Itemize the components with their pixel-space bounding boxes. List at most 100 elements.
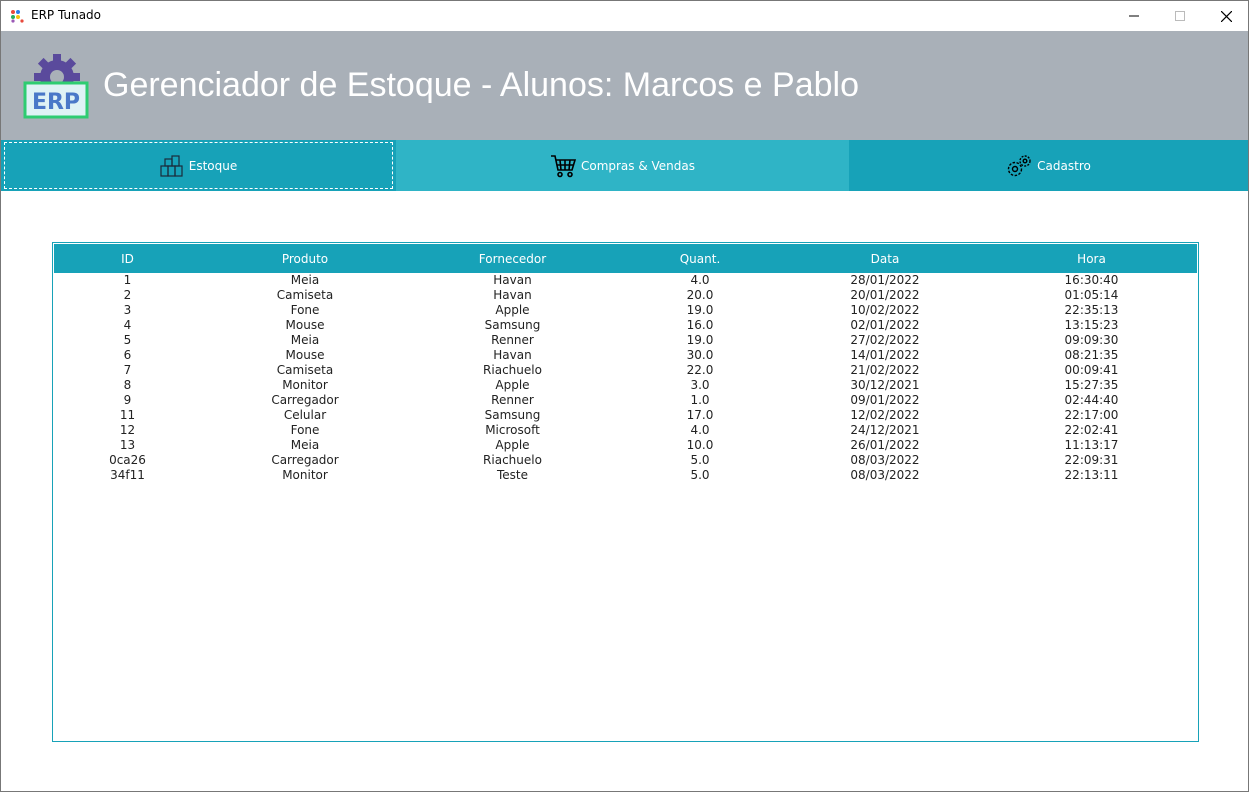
cell-data: 27/02/2022 — [850, 333, 920, 347]
cell-fornecedor: Havan — [493, 273, 532, 287]
svg-text:ERP: ERP — [32, 90, 80, 115]
cell-id: 3 — [123, 303, 132, 317]
cell-hora: 01:05:14 — [1064, 288, 1119, 302]
cell-produto: Mouse — [285, 348, 325, 362]
cell-quant: 4.0 — [690, 273, 710, 287]
cell-quant: 30.0 — [686, 348, 714, 362]
cell-id: 13 — [119, 438, 136, 452]
cell-produto: Celular — [283, 408, 327, 422]
table-row[interactable]: 8 Monitor Apple 3.0 30/12/2021 15:27:35 — [54, 378, 1197, 393]
cell-id: 1 — [123, 273, 132, 287]
cell-quant: 4.0 — [690, 423, 710, 437]
title-bar: ERP Tunado — [1, 1, 1248, 31]
cell-quant: 19.0 — [686, 303, 714, 317]
app-icon — [11, 10, 24, 23]
table-row[interactable]: 2 Camiseta Havan 20.0 20/01/2022 01:05:14 — [54, 288, 1197, 303]
cell-id: 12 — [119, 423, 136, 437]
cell-hora: 22:35:13 — [1064, 303, 1119, 317]
cell-data: 24/12/2021 — [850, 423, 920, 437]
tab-cadastro[interactable]: Cadastro — [849, 140, 1248, 191]
cell-hora: 22:13:11 — [1064, 468, 1119, 482]
table-row[interactable]: 11 Celular Samsung 17.0 12/02/2022 22:17:00 — [54, 408, 1197, 423]
cell-quant: 19.0 — [686, 333, 714, 347]
cell-produto: Meia — [290, 333, 320, 347]
cell-id: 2 — [123, 288, 132, 302]
tab-estoque-label: Estoque — [188, 158, 238, 173]
minimize-icon — [1129, 15, 1139, 17]
table-row[interactable]: 34f11 Monitor Teste 5.0 08/03/2022 22:13:11 — [54, 468, 1197, 483]
cell-hora: 11:13:17 — [1064, 438, 1119, 452]
cell-fornecedor: Riachuelo — [483, 453, 542, 467]
cell-hora: 09:09:30 — [1064, 333, 1119, 347]
tab-compras-vendas-label: Compras & Vendas — [580, 158, 696, 173]
column-header-produto[interactable]: Produto — [201, 244, 409, 273]
cell-hora: 22:02:41 — [1064, 423, 1119, 437]
tab-estoque[interactable]: Estoque — [1, 140, 396, 191]
tab-cadastro-label: Cadastro — [1037, 158, 1091, 173]
column-header-hora[interactable]: Hora — [986, 244, 1197, 273]
cell-id: 0ca26 — [109, 453, 146, 467]
stock-table[interactable]: ID Produto Fornecedor Quant. Data Hora 1… — [52, 242, 1199, 742]
cell-fornecedor: Riachuelo — [483, 363, 542, 377]
table-header: ID Produto Fornecedor Quant. Data Hora — [54, 244, 1197, 273]
cell-quant: 10.0 — [686, 438, 714, 452]
cell-data: 10/02/2022 — [850, 303, 920, 317]
cell-hora: 02:44:40 — [1064, 393, 1119, 407]
cell-produto: Carregador — [271, 393, 339, 407]
cell-id: 6 — [123, 348, 132, 362]
cell-produto: Monitor — [282, 378, 328, 392]
close-button[interactable] — [1203, 1, 1248, 31]
cell-hora: 15:27:35 — [1064, 378, 1119, 392]
maximize-button[interactable] — [1157, 1, 1203, 31]
table-row[interactable]: 6 Mouse Havan 30.0 14/01/2022 08:21:35 — [54, 348, 1197, 363]
table-row[interactable]: 4 Mouse Samsung 16.0 02/01/2022 13:15:23 — [54, 318, 1197, 333]
gears-icon — [1007, 154, 1031, 176]
cell-fornecedor: Samsung — [484, 318, 541, 332]
cell-fornecedor: Renner — [491, 393, 534, 407]
column-header-fornecedor[interactable]: Fornecedor — [409, 244, 616, 273]
table-row[interactable]: 3 Fone Apple 19.0 10/02/2022 22:35:13 — [54, 303, 1197, 318]
cell-hora: 22:09:31 — [1064, 453, 1119, 467]
cell-id: 11 — [119, 408, 136, 422]
cell-produto: Meia — [290, 438, 320, 452]
cell-data: 02/01/2022 — [850, 318, 920, 332]
cell-id: 8 — [123, 378, 132, 392]
cell-data: 12/02/2022 — [850, 408, 920, 422]
cell-id: 9 — [123, 393, 132, 407]
tab-compras-vendas[interactable]: Compras & Vendas — [396, 140, 849, 191]
column-header-data[interactable]: Data — [784, 244, 986, 273]
app-window: ERP Tunado ERP Gerenciador de Estoque - … — [0, 0, 1249, 792]
cell-data: 20/01/2022 — [850, 288, 920, 302]
window-title: ERP Tunado — [31, 8, 102, 22]
boxes-icon — [160, 154, 183, 177]
table-row[interactable]: 7 Camiseta Riachuelo 22.0 21/02/2022 00:09:41 — [54, 363, 1197, 378]
cell-quant: 16.0 — [686, 318, 714, 332]
table-row[interactable]: 5 Meia Renner 19.0 27/02/2022 09:09:30 — [54, 333, 1197, 348]
table-body: 1 Meia Havan 4.0 28/01/2022 16:30:40 2 Camiseta… — [54, 273, 1197, 483]
cell-data: 08/03/2022 — [850, 468, 920, 482]
cell-fornecedor: Havan — [493, 348, 532, 362]
cell-id: 7 — [123, 363, 132, 377]
cell-produto: Fone — [290, 423, 320, 437]
cell-fornecedor: Apple — [495, 303, 530, 317]
cell-fornecedor: Samsung — [484, 408, 541, 422]
cell-produto: Meia — [290, 273, 320, 287]
cell-quant: 3.0 — [690, 378, 710, 392]
table-row[interactable]: 13 Meia Apple 10.0 26/01/2022 11:13:17 — [54, 438, 1197, 453]
cell-quant: 1.0 — [690, 393, 710, 407]
table-row[interactable]: 12 Fone Microsoft 4.0 24/12/2021 22:02:41 — [54, 423, 1197, 438]
cell-data: 28/01/2022 — [850, 273, 920, 287]
table-row[interactable]: 0ca26 Carregador Riachuelo 5.0 08/03/2022 22:… — [54, 453, 1197, 468]
cell-fornecedor: Microsoft — [485, 423, 540, 437]
cell-hora: 00:09:41 — [1064, 363, 1119, 377]
cell-hora: 22:17:00 — [1064, 408, 1119, 422]
table-row[interactable]: 1 Meia Havan 4.0 28/01/2022 16:30:40 — [54, 273, 1197, 288]
cell-id: 4 — [123, 318, 132, 332]
column-header-quant[interactable]: Quant. — [616, 244, 784, 273]
table-row[interactable]: 9 Carregador Renner 1.0 09/01/2022 02:44:40 — [54, 393, 1197, 408]
minimize-button[interactable] — [1111, 1, 1157, 31]
column-header-id[interactable]: ID — [54, 244, 201, 273]
cell-data: 26/01/2022 — [850, 438, 920, 452]
cell-produto: Monitor — [282, 468, 328, 482]
cell-data: 14/01/2022 — [850, 348, 920, 362]
